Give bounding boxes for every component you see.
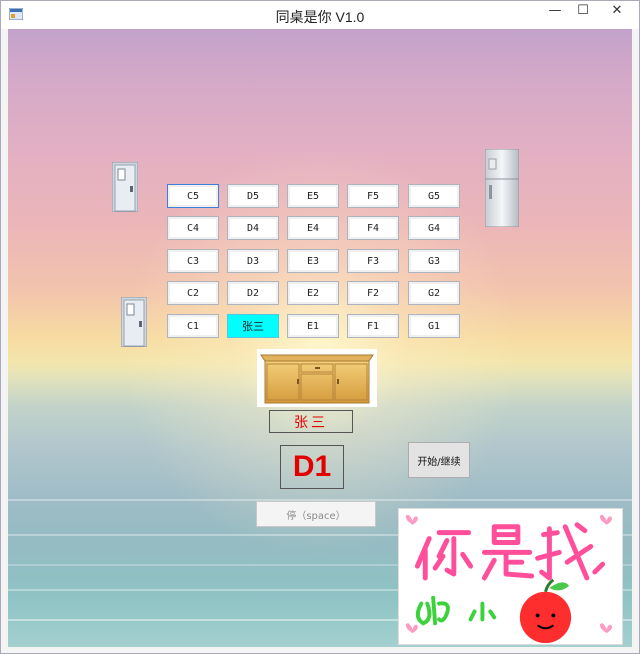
- seat-button[interactable]: F2: [347, 281, 399, 305]
- seat-button[interactable]: D2: [227, 281, 279, 305]
- title-bar: 同桌是你 V1.0 — ☐ ✕: [1, 1, 639, 29]
- seat-button[interactable]: F4: [347, 216, 399, 240]
- start-continue-button[interactable]: 开始/继续: [408, 442, 470, 478]
- seat-button[interactable]: G4: [408, 216, 460, 240]
- seat-button[interactable]: G2: [408, 281, 460, 305]
- app-window: 同桌是你 V1.0 — ☐ ✕ C5 D5 E5 F5 G5 C4 D4 E4 …: [0, 0, 640, 654]
- client-area: C5 D5 E5 F5 G5 C4 D4 E4 F4 G4 C3 D3 E3 F…: [8, 29, 632, 647]
- seat-button[interactable]: E1: [287, 314, 339, 338]
- seat-button[interactable]: D3: [227, 249, 279, 273]
- seat-button[interactable]: D5: [227, 184, 279, 208]
- seat-button[interactable]: C5: [167, 184, 219, 208]
- stop-button[interactable]: 停（space）: [256, 501, 376, 527]
- seat-button[interactable]: F3: [347, 249, 399, 273]
- seat-button[interactable]: F5: [347, 184, 399, 208]
- seat-button[interactable]: E5: [287, 184, 339, 208]
- seat-button[interactable]: C2: [167, 281, 219, 305]
- result-name-label: 张三: [269, 410, 353, 433]
- seat-button[interactable]: G3: [408, 249, 460, 273]
- close-button[interactable]: ✕: [597, 1, 637, 23]
- seat-button-selected[interactable]: 张三: [227, 314, 279, 338]
- sticker-image: [398, 508, 623, 645]
- seat-button[interactable]: E2: [287, 281, 339, 305]
- fridge-icon: [485, 149, 519, 227]
- seat-button[interactable]: G5: [408, 184, 460, 208]
- door-icon: [112, 162, 138, 212]
- result-seat-code: D1: [280, 445, 344, 489]
- seat-button[interactable]: F1: [347, 314, 399, 338]
- seat-button[interactable]: C4: [167, 216, 219, 240]
- minimize-button[interactable]: —: [541, 1, 569, 23]
- seat-button[interactable]: D4: [227, 216, 279, 240]
- seat-button[interactable]: E4: [287, 216, 339, 240]
- maximize-button[interactable]: ☐: [569, 1, 597, 23]
- seat-button[interactable]: C1: [167, 314, 219, 338]
- seat-button[interactable]: E3: [287, 249, 339, 273]
- seat-button[interactable]: C3: [167, 249, 219, 273]
- seat-button[interactable]: G1: [408, 314, 460, 338]
- door-icon: [121, 297, 147, 347]
- teacher-desk-image: [257, 349, 377, 407]
